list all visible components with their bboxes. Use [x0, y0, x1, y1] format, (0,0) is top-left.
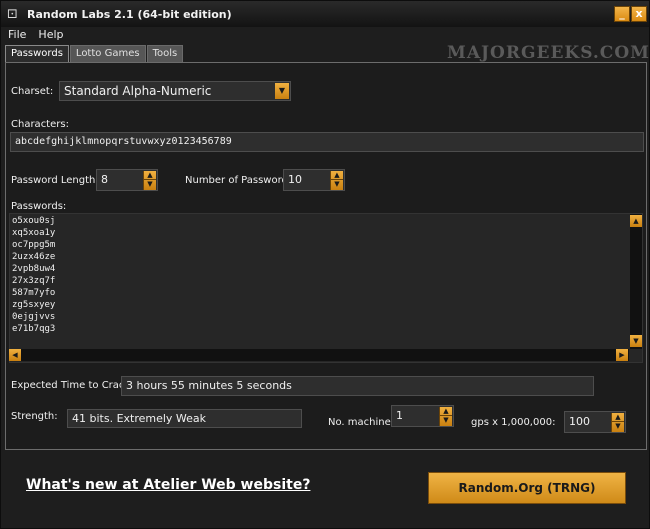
random-org-button[interactable]: Random.Org (TRNG) [428, 472, 626, 504]
strength-field: 41 bits. Extremely Weak [67, 409, 302, 428]
expected-time-label: Expected Time to Crack: [11, 380, 134, 391]
title-bar[interactable]: ⚀ Random Labs 2.1 (64-bit edition) _ x [1, 1, 649, 27]
spin-down-icon[interactable]: ▼ [440, 416, 452, 425]
window-title: Random Labs 2.1 (64-bit edition) [27, 7, 232, 21]
expected-time-value: 3 hours 55 minutes 5 seconds [126, 379, 292, 392]
scroll-left-icon[interactable]: ◀ [9, 349, 21, 361]
chevron-down-icon[interactable]: ▼ [275, 83, 289, 99]
strength-label: Strength: [11, 411, 58, 422]
password-item: xq5xoa1y [12, 228, 56, 238]
whats-new-link[interactable]: What's new at Atelier Web website? [26, 477, 310, 493]
tab-passwords[interactable]: Passwords [5, 45, 69, 63]
menu-file[interactable]: File [1, 27, 31, 43]
watermark: MAJORGEEKS.COM [447, 43, 650, 63]
spin-down-icon[interactable]: ▼ [331, 180, 343, 189]
spin-down-icon[interactable]: ▼ [612, 422, 624, 431]
password-item: 27x3zq7f [12, 276, 56, 286]
passwords-label: Passwords: [11, 201, 67, 212]
tab-lotto-games[interactable]: Lotto Games [69, 45, 146, 62]
dice-icon: ⚀ [7, 7, 18, 21]
characters-value: abcdefghijklmnopqrstuvwxyz0123456789 [15, 136, 232, 147]
app-window: ⚀ Random Labs 2.1 (64-bit edition) _ x F… [0, 0, 650, 529]
password-length-spin[interactable]: ▲ ▼ [143, 171, 156, 190]
password-length-value: 8 [101, 173, 108, 186]
charset-value: Standard Alpha-Numeric [64, 84, 212, 98]
vertical-scrollbar[interactable] [630, 214, 642, 349]
password-item: 587m7yfo [12, 288, 56, 298]
password-length-stepper[interactable]: 8 ▲ ▼ [96, 169, 158, 191]
spin-down-icon[interactable]: ▼ [144, 180, 156, 189]
strength-value: 41 bits. Extremely Weak [72, 412, 207, 425]
expected-time-field: 3 hours 55 minutes 5 seconds [121, 376, 594, 396]
charset-dropdown[interactable]: Standard Alpha-Numeric ▼ [59, 81, 291, 101]
password-item: e71b7qg3 [12, 324, 56, 334]
password-item: oc7ppg5m [12, 240, 56, 250]
number-of-passwords-value: 10 [288, 173, 302, 186]
charset-label: Charset: [11, 86, 54, 97]
password-item: 0ejgjvvs [12, 312, 56, 322]
password-item: 2uzx46ze [12, 252, 56, 262]
gps-stepper[interactable]: 100 ▲ ▼ [564, 411, 626, 433]
machines-label: No. machines: [328, 417, 400, 428]
passwords-list: o5xou0sj xq5xoa1y oc7ppg5m 2uzx46ze 2vpb… [12, 215, 55, 335]
scroll-right-icon[interactable]: ▶ [616, 349, 628, 361]
tab-strip: Passwords Lotto Games Tools [5, 45, 184, 63]
number-of-passwords-label: Number of Passwords: [185, 175, 297, 186]
characters-label: Characters: [11, 119, 69, 130]
passwords-textarea[interactable]: o5xou0sj xq5xoa1y oc7ppg5m 2uzx46ze 2vpb… [9, 213, 643, 363]
scroll-up-icon[interactable]: ▲ [630, 215, 642, 227]
password-item: 2vpb8uw4 [12, 264, 56, 274]
machines-spin[interactable]: ▲ ▼ [439, 407, 452, 426]
spin-up-icon[interactable]: ▲ [331, 171, 343, 180]
password-length-label: Password Length: [11, 175, 99, 186]
machines-value: 1 [396, 409, 403, 422]
characters-input[interactable]: abcdefghijklmnopqrstuvwxyz0123456789 [10, 132, 644, 152]
number-of-passwords-stepper[interactable]: 10 ▲ ▼ [283, 169, 345, 191]
minimize-button[interactable]: _ [614, 6, 630, 22]
spin-up-icon[interactable]: ▲ [440, 407, 452, 416]
tab-tools[interactable]: Tools [146, 45, 184, 62]
spin-up-icon[interactable]: ▲ [612, 413, 624, 422]
number-of-passwords-spin[interactable]: ▲ ▼ [330, 171, 343, 190]
menu-help[interactable]: Help [31, 27, 68, 43]
password-item: zg5sxyey [12, 300, 56, 310]
horizontal-scrollbar[interactable] [9, 349, 629, 361]
gps-label: gps x 1,000,000: [471, 417, 556, 428]
password-item: o5xou0sj [12, 216, 56, 226]
menu-bar: File Help [1, 27, 649, 43]
scroll-down-icon[interactable]: ▼ [630, 335, 642, 347]
machines-stepper[interactable]: 1 ▲ ▼ [391, 405, 454, 427]
close-button[interactable]: x [631, 6, 647, 22]
spin-up-icon[interactable]: ▲ [144, 171, 156, 180]
gps-spin[interactable]: ▲ ▼ [611, 413, 624, 432]
gps-value: 100 [569, 415, 590, 428]
